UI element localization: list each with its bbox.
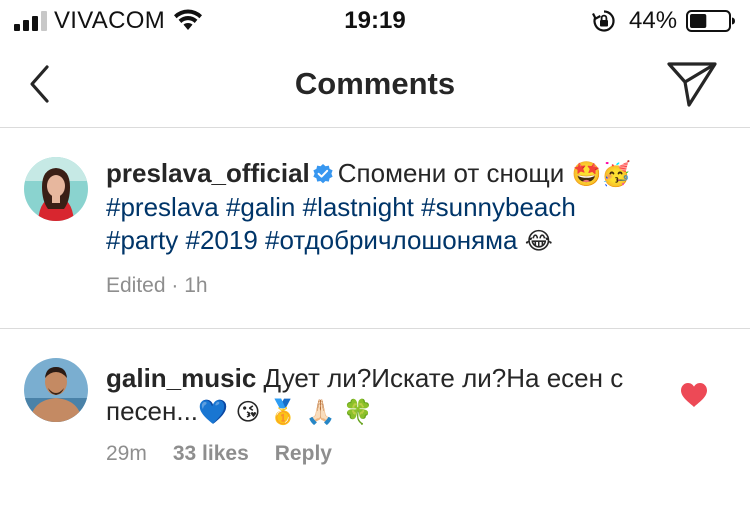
post-caption: preslava_official Спомени от снощи 🤩🥳 #p… [0, 129, 750, 329]
hashtag-link[interactable]: #party [106, 225, 178, 255]
hashtag-link[interactable]: #lastnight [303, 192, 414, 222]
comment-row: galin_music Дует ли?Искате ли?На есен с … [0, 330, 750, 508]
page-title: Comments [294, 66, 456, 101]
edited-timestamp: Edited · 1h [106, 274, 208, 297]
comment-text: galin_music Дует ли?Искате ли?На есен с … [106, 362, 646, 429]
orientation-lock-icon [592, 10, 615, 32]
like-button[interactable] [680, 382, 708, 408]
comment-emojis: 💙 😘 🥇 🙏🏻 🍀 [198, 398, 374, 426]
share-button[interactable] [664, 60, 720, 108]
battery-percentage: 44% [629, 7, 678, 34]
send-direct-icon [667, 62, 717, 107]
comment-username[interactable]: galin_music [106, 363, 256, 393]
hashtag-link[interactable]: #2019 [186, 225, 258, 255]
avatar-image [24, 157, 88, 221]
hashtag-link[interactable]: #отдобричлошоняма [265, 225, 517, 255]
battery-fill [690, 14, 707, 28]
battery-icon [686, 10, 735, 32]
likes-count[interactable]: 33 likes [173, 442, 249, 465]
caption-message: Спомени от снощи [337, 158, 565, 188]
status-bar: VIVACOM 19:19 44% [0, 0, 750, 40]
caption-meta: Edited · 1h [106, 274, 234, 298]
reply-button[interactable]: Reply [275, 442, 332, 465]
hashtag-link[interactable]: #preslava [106, 192, 219, 222]
caption-username[interactable]: preslava_official [106, 158, 310, 188]
hashtag-link[interactable]: #sunnybeach [421, 192, 576, 222]
comment-timestamp: 29m [106, 442, 147, 465]
laughing-tears-emoji: 😂 [524, 227, 553, 255]
avatar-image [24, 358, 88, 422]
party-face-emoji: 🥳 [601, 160, 632, 188]
verified-badge-icon [313, 164, 333, 184]
nav-bar: Comments [0, 40, 750, 128]
comment-meta: 29m 33 likes Reply [106, 442, 358, 466]
avatar[interactable] [24, 157, 88, 221]
heart-icon [681, 383, 707, 407]
star-struck-emoji: 🤩 [571, 160, 602, 188]
caption-text: preslava_official Спомени от снощи 🤩🥳 #p… [106, 157, 706, 258]
avatar[interactable] [24, 358, 88, 422]
hashtag-link[interactable]: #galin [226, 192, 295, 222]
